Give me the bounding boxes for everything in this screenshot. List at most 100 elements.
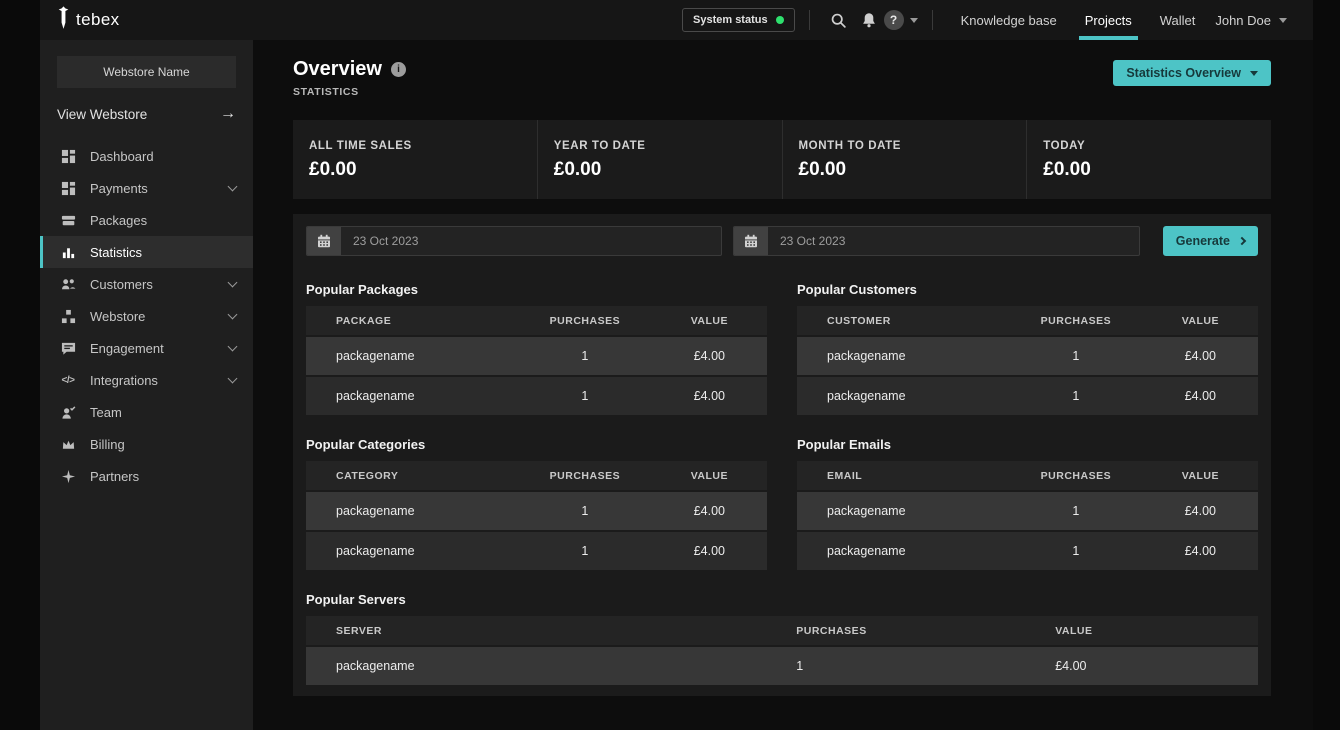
- sidebar-item-label: Packages: [90, 213, 147, 228]
- card-value: £0.00: [309, 159, 537, 181]
- sidebar-item-webstore[interactable]: Webstore: [40, 300, 253, 332]
- popular-servers-table: SERVER PURCHASES VALUE packagename 1 £4.…: [306, 616, 1258, 685]
- sidebar-item-integrations[interactable]: </> Integrations: [40, 364, 253, 396]
- date-to-value: 23 Oct 2023: [768, 234, 845, 248]
- popular-packages-block: Popular Packages PACKAGE PURCHASES VALUE…: [306, 282, 767, 415]
- help-menu[interactable]: ?: [884, 10, 918, 30]
- table-row: packagename 1 £4.00: [306, 647, 1258, 685]
- sidebar-item-engagement[interactable]: Engagement: [40, 332, 253, 364]
- system-status-badge[interactable]: System status: [682, 8, 795, 32]
- user-menu[interactable]: John Doe: [1209, 0, 1303, 40]
- table-cell: packagename: [797, 349, 1009, 363]
- packages-icon: [60, 212, 76, 228]
- table-header-row: SERVER PURCHASES VALUE: [306, 616, 1258, 645]
- view-webstore-link[interactable]: View Webstore →: [57, 102, 236, 126]
- table-cell: packagename: [306, 389, 518, 403]
- table-header-cell: SERVER: [306, 625, 796, 637]
- sidebar-item-team[interactable]: Team: [40, 396, 253, 428]
- table-header-cell: PURCHASES: [1009, 470, 1143, 482]
- page-subtitle: STATISTICS: [293, 86, 406, 98]
- app-window: tebex System status ?: [40, 0, 1313, 730]
- main-content: Overview i STATISTICS Statistics Overvie…: [253, 40, 1313, 730]
- statistics-overview-dropdown[interactable]: Statistics Overview: [1113, 60, 1271, 86]
- popular-categories-table: CATEGORY PURCHASES VALUE packagename 1 £…: [306, 461, 767, 570]
- table-cell: £4.00: [1143, 504, 1258, 518]
- table-header-cell: VALUE: [1143, 315, 1258, 327]
- popular-customers-table: CUSTOMER PURCHASES VALUE packagename 1 £…: [797, 306, 1258, 415]
- table-cell: packagename: [306, 349, 518, 363]
- tables-grid: Popular Packages PACKAGE PURCHASES VALUE…: [306, 282, 1258, 570]
- table-header-cell: EMAIL: [797, 470, 1009, 482]
- table-header-cell: VALUE: [1055, 625, 1258, 637]
- partners-sparkle-icon: [60, 468, 76, 484]
- chevron-down-icon: [1279, 18, 1287, 23]
- popular-customers-block: Popular Customers CUSTOMER PURCHASES VAL…: [797, 282, 1258, 415]
- table-row: packagename 1 £4.00: [306, 377, 767, 415]
- topbar-divider: [932, 10, 933, 30]
- card-year-to-date: YEAR TO DATE £0.00: [537, 120, 782, 199]
- table-cell: packagename: [797, 389, 1009, 403]
- table-header-cell: VALUE: [652, 315, 767, 327]
- table-cell: 1: [1009, 544, 1143, 558]
- search-icon[interactable]: [824, 5, 854, 35]
- sidebar-item-partners[interactable]: Partners: [40, 460, 253, 492]
- table-header-row: CATEGORY PURCHASES VALUE: [306, 461, 767, 490]
- sidebar-item-customers[interactable]: Customers: [40, 268, 253, 300]
- sidebar-item-label: Dashboard: [90, 149, 154, 164]
- info-icon[interactable]: i: [391, 62, 406, 77]
- sidebar-item-payments[interactable]: Payments: [40, 172, 253, 204]
- sidebar-item-statistics[interactable]: Statistics: [40, 236, 253, 268]
- statistics-panel: 23 Oct 2023 23 Oct 2023 Generate: [293, 214, 1271, 696]
- table-header-cell: PURCHASES: [518, 315, 652, 327]
- date-from-input[interactable]: 23 Oct 2023: [306, 226, 722, 256]
- chevron-down-icon: [228, 181, 238, 191]
- dashboard-icon: [60, 148, 76, 164]
- table-row: packagename 1 £4.00: [797, 492, 1258, 530]
- card-label: YEAR TO DATE: [554, 140, 782, 152]
- table-cell: packagename: [797, 504, 1009, 518]
- generate-label: Generate: [1176, 234, 1230, 248]
- table-cell: 1: [796, 659, 1055, 673]
- page-header: Overview i STATISTICS Statistics Overvie…: [293, 58, 1271, 98]
- table-cell: packagename: [306, 504, 518, 518]
- nav-projects[interactable]: Projects: [1071, 0, 1146, 40]
- sidebar-item-label: Integrations: [90, 373, 158, 388]
- card-value: £0.00: [799, 159, 1027, 181]
- table-header-cell: CATEGORY: [306, 470, 518, 482]
- table-cell: 1: [1009, 389, 1143, 403]
- help-icon: ?: [884, 10, 904, 30]
- generate-button[interactable]: Generate: [1163, 226, 1258, 256]
- table-header-cell: PACKAGE: [306, 315, 518, 327]
- sidebar-item-packages[interactable]: Packages: [40, 204, 253, 236]
- nav-knowledge-base[interactable]: Knowledge base: [947, 0, 1071, 40]
- nav-wallet[interactable]: Wallet: [1146, 0, 1210, 40]
- card-value: £0.00: [554, 159, 782, 181]
- sidebar-item-dashboard[interactable]: Dashboard: [40, 140, 253, 172]
- webstore-name-selector[interactable]: Webstore Name: [57, 56, 236, 88]
- chevron-down-icon: [228, 341, 238, 351]
- page-title: Overview: [293, 58, 382, 81]
- tebex-logo[interactable]: tebex: [56, 6, 120, 35]
- table-header-cell: VALUE: [652, 470, 767, 482]
- notifications-bell-icon[interactable]: [854, 5, 884, 35]
- sidebar-item-label: Webstore: [90, 309, 145, 324]
- chevron-down-icon: [910, 18, 918, 23]
- popular-servers-block: Popular Servers SERVER PURCHASES VALUE p…: [306, 592, 1258, 685]
- table-cell: £4.00: [652, 544, 767, 558]
- billing-crown-icon: [60, 436, 76, 452]
- table-cell: £4.00: [652, 504, 767, 518]
- sidebar-item-billing[interactable]: Billing: [40, 428, 253, 460]
- summary-cards: ALL TIME SALES £0.00 YEAR TO DATE £0.00 …: [293, 120, 1271, 199]
- popular-categories-block: Popular Categories CATEGORY PURCHASES VA…: [306, 437, 767, 570]
- popular-emails-table: EMAIL PURCHASES VALUE packagename 1 £4.0…: [797, 461, 1258, 570]
- date-to-input[interactable]: 23 Oct 2023: [733, 226, 1140, 256]
- statistics-icon: [60, 244, 76, 260]
- topbar-divider: [809, 10, 810, 30]
- sidebar-item-label: Payments: [90, 181, 148, 196]
- table-cell: 1: [518, 544, 652, 558]
- table-cell: £4.00: [652, 389, 767, 403]
- table-cell: packagename: [797, 544, 1009, 558]
- table-cell: 1: [518, 504, 652, 518]
- table-row: packagename 1 £4.00: [306, 337, 767, 375]
- table-title: Popular Emails: [797, 437, 1258, 453]
